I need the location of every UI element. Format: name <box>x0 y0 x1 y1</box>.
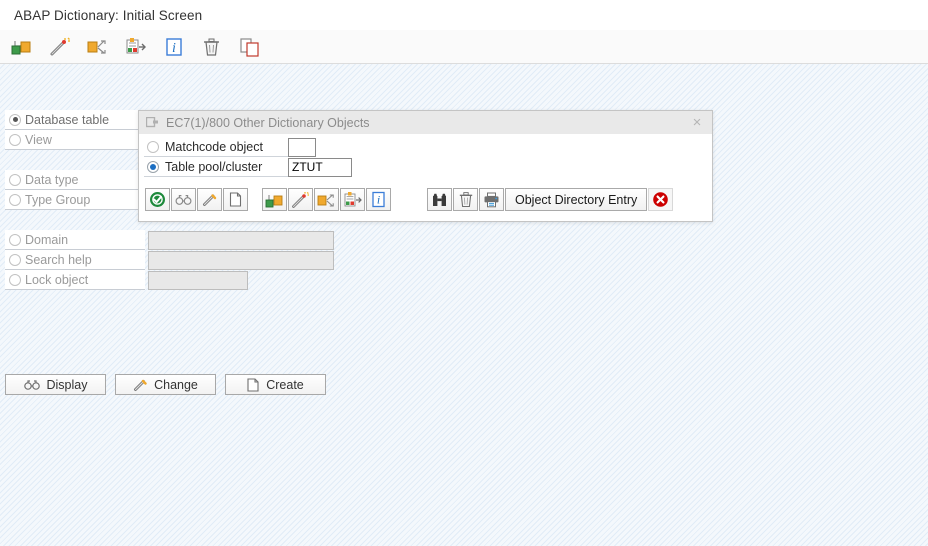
confirm-icon <box>150 192 165 207</box>
form-option-label: Domain <box>25 232 69 247</box>
info-icon: i <box>372 191 385 208</box>
page-title: ABAP Dictionary: Initial Screen <box>14 7 203 23</box>
radio-table-pool-cluster[interactable] <box>147 160 159 173</box>
other-dictionary-objects-dialog: EC7(1)/800 Other Dictionary Objects × Ma… <box>138 110 713 222</box>
domain-input[interactable] <box>148 230 334 250</box>
form-row-type-group[interactable]: Type Group <box>5 190 145 210</box>
radio-view[interactable] <box>9 133 21 146</box>
dialog-where-used-button[interactable] <box>314 188 339 211</box>
form-option-label: Database table <box>25 112 110 127</box>
activate-icon <box>344 191 362 206</box>
radio-domain[interactable] <box>9 233 21 246</box>
table-pool-cluster-input[interactable] <box>288 157 352 177</box>
trash-icon <box>459 192 472 208</box>
radio-search-help[interactable] <box>9 253 21 266</box>
dialog-option-label: Matchcode object <box>165 139 263 154</box>
dialog-info-button[interactable]: i <box>366 188 391 211</box>
form-option-label: Data type <box>25 172 79 187</box>
dialog-create-button[interactable] <box>223 188 248 211</box>
dialog-activate-button[interactable] <box>340 188 365 211</box>
radio-database-table[interactable] <box>9 113 21 126</box>
form-row-lock-object[interactable]: Lock object <box>5 270 248 290</box>
copy-icon[interactable] <box>238 35 262 59</box>
pointer-box-icon <box>146 117 158 128</box>
window-title-bar: ABAP Dictionary: Initial Screen <box>0 0 928 30</box>
dialog-cancel-button[interactable] <box>648 188 674 211</box>
cancel-icon <box>653 192 669 207</box>
dialog-toolbar: i Object Directory Entry <box>145 188 674 211</box>
dialog-delete-button[interactable] <box>453 188 478 211</box>
lock-object-input[interactable] <box>148 270 248 290</box>
radio-data-type[interactable] <box>9 173 21 186</box>
open-object-icon <box>265 194 282 207</box>
binoculars-icon <box>175 194 192 205</box>
display-button[interactable]: Display <box>5 374 106 395</box>
create-button-label: Create <box>266 377 304 392</box>
printer-icon <box>484 192 499 207</box>
where-used-icon[interactable] <box>86 35 110 59</box>
dialog-row-label-box: Matchcode object <box>144 137 288 157</box>
action-button-bar: Display Change Create <box>5 374 326 395</box>
form-row-view[interactable]: View <box>5 130 145 150</box>
row-label-box: Data type <box>5 170 145 190</box>
wand-icon[interactable] <box>48 35 72 59</box>
dialog-change-button[interactable] <box>197 188 222 211</box>
change-button[interactable]: Change <box>115 374 216 395</box>
main-toolbar: i <box>0 30 928 64</box>
radio-matchcode-object[interactable] <box>147 140 159 153</box>
where-used-icon <box>317 193 334 207</box>
form-option-label: Search help <box>25 252 92 267</box>
row-label-box: Type Group <box>5 190 145 210</box>
form-option-label: Lock object <box>25 272 89 287</box>
object-directory-entry-button[interactable]: Object Directory Entry <box>505 188 648 211</box>
dialog-display-button[interactable] <box>171 188 196 211</box>
form-row-domain[interactable]: Domain <box>5 230 334 250</box>
binoculars-dark-icon <box>433 193 446 206</box>
create-button[interactable]: Create <box>225 374 326 395</box>
svg-text:i: i <box>172 41 176 56</box>
form-option-label: View <box>25 132 52 147</box>
matchcode-object-input[interactable] <box>288 137 316 157</box>
radio-type-group[interactable] <box>9 193 21 206</box>
page-icon <box>229 192 242 207</box>
row-label-box: Search help <box>5 250 145 270</box>
form-option-label: Type Group <box>25 192 91 207</box>
pencil-icon <box>203 194 217 206</box>
row-label-box: Lock object <box>5 270 145 290</box>
dialog-other-object-button[interactable] <box>262 188 287 211</box>
delete-icon[interactable] <box>200 35 224 59</box>
dialog-print-button[interactable] <box>479 188 504 211</box>
close-icon[interactable]: × <box>688 114 706 132</box>
pencil-icon <box>134 379 147 391</box>
wand-icon <box>292 191 309 208</box>
search-help-input[interactable] <box>148 250 334 270</box>
row-label-box: Domain <box>5 230 145 250</box>
dialog-body: Matchcode object Table pool/cluster ZTUT… <box>139 134 712 222</box>
dialog-title: EC7(1)/800 Other Dictionary Objects <box>166 115 370 130</box>
activate-icon[interactable] <box>124 35 148 59</box>
form-row-data-type[interactable]: Data type <box>5 170 145 190</box>
binoculars-icon <box>23 379 40 390</box>
dialog-row-table-pool-cluster[interactable]: Table pool/cluster <box>144 157 352 177</box>
svg-text:i: i <box>377 193 380 207</box>
change-button-label: Change <box>154 377 198 392</box>
dialog-find-button[interactable] <box>427 188 452 211</box>
page-icon <box>247 377 259 392</box>
dialog-row-matchcode-object[interactable]: Matchcode object <box>144 137 316 157</box>
display-button-label: Display <box>46 377 88 392</box>
radio-lock-object[interactable] <box>9 273 21 286</box>
form-row-database-table[interactable]: Database table <box>5 110 145 130</box>
form-row-search-help[interactable]: Search help <box>5 250 334 270</box>
dialog-title-bar: EC7(1)/800 Other Dictionary Objects × <box>139 111 712 134</box>
row-label-box: Database table <box>5 110 145 130</box>
dialog-option-label: Table pool/cluster <box>165 159 263 174</box>
dialog-row-label-box: Table pool/cluster <box>144 157 288 177</box>
row-label-box: View <box>5 130 145 150</box>
confirm-button[interactable] <box>145 188 170 211</box>
dialog-wand-button[interactable] <box>288 188 313 211</box>
info-icon[interactable]: i <box>162 35 186 59</box>
open-object-icon[interactable] <box>10 35 34 59</box>
